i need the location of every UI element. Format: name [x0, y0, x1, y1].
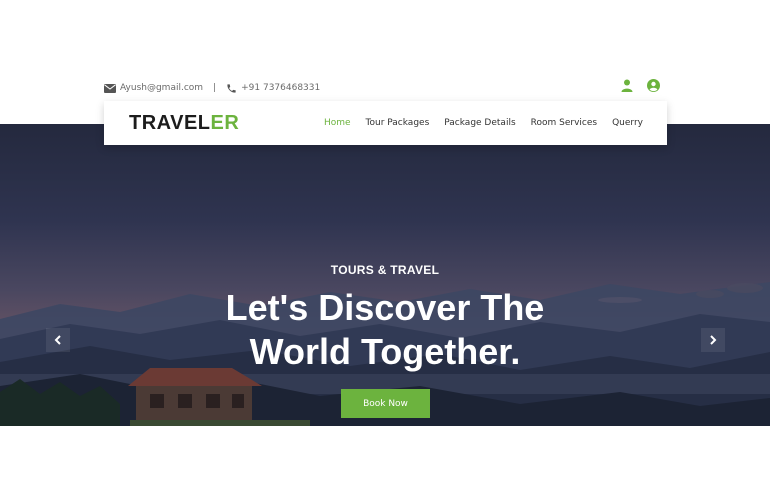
- book-now-button[interactable]: Book Now: [341, 389, 430, 418]
- nav-item-room-services[interactable]: Room Services: [531, 118, 597, 128]
- nav-item-home[interactable]: Home: [324, 118, 351, 128]
- hero-headline-line2: World Together.: [249, 331, 521, 372]
- user-icon[interactable]: [621, 79, 633, 92]
- nav-item-tour-packages[interactable]: Tour Packages: [366, 118, 430, 128]
- envelope-icon: [104, 83, 116, 93]
- top-user-icons: [621, 79, 660, 92]
- chevron-right-icon: [709, 335, 717, 345]
- carousel-next-button[interactable]: [701, 328, 725, 352]
- top-contact-bar: Ayush@gmail.com | +91 7376468331: [104, 78, 660, 98]
- site-logo[interactable]: TRAVELER: [129, 112, 239, 135]
- hero-headline-line1: Let's Discover The: [225, 287, 545, 328]
- contact-separator: |: [213, 83, 217, 93]
- chevron-left-icon: [54, 335, 62, 345]
- main-navbar: TRAVELER Home Tour Packages Package Deta…: [104, 101, 667, 145]
- phone-icon: [226, 83, 237, 94]
- contact-email[interactable]: Ayush@gmail.com: [120, 83, 203, 93]
- contact-info: Ayush@gmail.com | +91 7376468331: [104, 78, 320, 98]
- user-circle-icon[interactable]: [647, 79, 660, 92]
- carousel-prev-button[interactable]: [46, 328, 70, 352]
- contact-phone[interactable]: +91 7376468331: [241, 83, 320, 93]
- nav-menu: Home Tour Packages Package Details Room …: [324, 101, 643, 145]
- nav-item-package-details[interactable]: Package Details: [444, 118, 515, 128]
- hero-headline: Let's Discover The World Together.: [0, 286, 770, 374]
- logo-accent-text: ER: [210, 112, 240, 134]
- nav-item-querry[interactable]: Querry: [612, 118, 643, 128]
- hero-subtitle: TOURS & TRAVEL: [330, 263, 440, 277]
- logo-main-text: TRAVEL: [129, 112, 211, 134]
